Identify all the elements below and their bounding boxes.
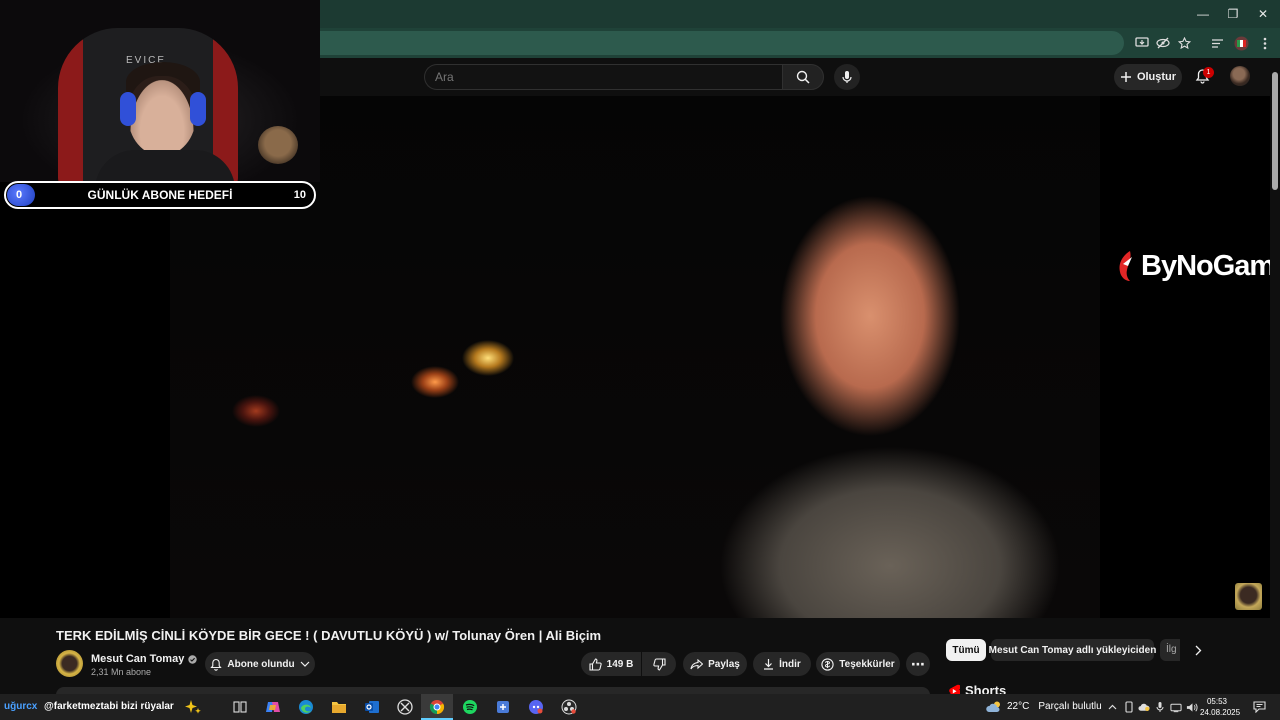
edge-icon[interactable] [295,697,317,717]
subscriber-count: 2,31 Mn abone [91,667,152,677]
partly-cloudy-icon [986,701,1000,712]
page-scrollbar[interactable] [1270,58,1280,694]
create-label: Oluştur [1136,71,1177,83]
file-explorer-icon[interactable] [328,697,350,717]
weather-widget[interactable]: 22°C Parçalı bulutlu [986,700,1102,713]
notification-badge: 1 [1203,67,1214,78]
chrome-icon[interactable] [426,697,448,717]
usb-device-icon[interactable] [1123,701,1135,713]
volume-icon[interactable] [1186,701,1198,713]
account-avatar[interactable] [1230,66,1250,86]
chip-related[interactable]: İlg [1160,639,1180,661]
search-button[interactable] [782,64,824,90]
taskbar-start-text[interactable]: uğurcx [4,701,37,712]
discord-icon[interactable] [525,697,547,717]
more-icon: ⋯ [911,655,925,672]
windows-taskbar: uğurcx @farketmeztabi bizi rüyalar 22°C … [0,694,1280,720]
thumbs-down-icon [652,657,666,671]
webcam-overlay: EVICE [0,0,320,182]
clock[interactable]: 05:53 24.08.2025 [1200,696,1240,718]
restore-button[interactable]: ❐ [1216,0,1250,28]
search-input[interactable] [424,64,782,90]
scrollbar-thumb[interactable] [1272,72,1278,190]
channel-avatar[interactable] [56,650,83,677]
xbox-icon[interactable] [394,697,416,717]
sponsor-logo: ByNoGame [1116,246,1270,286]
channel-watermark[interactable] [1235,583,1262,610]
close-button[interactable]: ✕ [1246,0,1280,28]
thanks-button[interactable]: Teşekkürler [816,652,900,676]
task-view-icon[interactable] [229,697,251,717]
voice-search-button[interactable] [834,64,860,90]
download-button[interactable]: İndir [753,652,811,676]
copilot-icon[interactable] [262,697,284,717]
wifi-icon[interactable] [1170,701,1182,713]
chips-next-button[interactable] [1190,642,1206,658]
chip-all[interactable]: Tümü [946,639,986,661]
streamer-body [95,150,235,182]
chevron-down-icon [300,661,310,667]
bell-icon [210,658,223,671]
chip-from-uploader[interactable]: Mesut Can Tomay adlı yükleyiciden [989,639,1156,661]
plush-toy [258,126,298,164]
bookmark-star-icon[interactable] [1176,35,1192,51]
outlook-icon[interactable] [361,697,383,717]
cloud-sync-icon[interactable] [1138,701,1150,713]
plus-icon [1120,72,1131,82]
channel-name[interactable]: Mesut Can Tomay [91,653,198,665]
copilot-sparkle-icon[interactable] [182,697,204,717]
spotify-icon[interactable] [459,697,481,717]
super-thanks-icon [821,657,834,671]
microphone-tray-icon[interactable] [1154,701,1166,713]
share-button[interactable]: Paylaş [683,652,747,676]
reading-list-icon[interactable] [1209,35,1225,51]
notification-center-icon[interactable] [1252,700,1266,714]
headset-right-icon [190,92,206,126]
like-button[interactable]: 149 B [581,652,641,676]
verified-badge-icon [188,654,198,664]
microphone-icon [842,71,852,83]
install-app-icon[interactable] [1134,35,1150,51]
goal-end-value: 10 [293,189,306,201]
subscribe-button[interactable]: Abone olundu [205,652,315,676]
streamer-face [128,76,196,156]
browser-menu-icon[interactable] [1257,35,1273,51]
dislike-button[interactable] [642,652,676,676]
now-playing-text: @farketmeztabi bizi rüyalar [44,701,174,712]
subscriber-goal-bar: 0 GÜNLÜK ABONE HEDEFİ 10 [4,181,316,209]
download-icon [764,659,774,670]
thumbs-up-icon [589,657,602,671]
create-button[interactable]: Oluştur [1114,64,1182,90]
minimize-button[interactable]: — [1186,0,1220,28]
headset-left-icon [120,92,136,126]
bynogame-mark-icon [1119,251,1132,281]
search-icon [796,70,810,84]
more-actions-button[interactable]: ⋯ [906,652,930,676]
chevron-right-icon [1195,645,1201,655]
eye-slash-icon[interactable] [1155,35,1171,51]
profile-icon[interactable] [1233,35,1249,51]
obs-icon[interactable] [558,697,580,717]
video-title: TERK EDİLMİŞ CİNLİ KÖYDE BİR GECE ! ( DA… [56,628,602,643]
goal-label: GÜNLÜK ABONE HEDEFİ [87,188,233,202]
network-app-icon[interactable] [492,697,514,717]
chevron-up-icon[interactable] [1106,701,1118,713]
share-icon [690,658,704,669]
